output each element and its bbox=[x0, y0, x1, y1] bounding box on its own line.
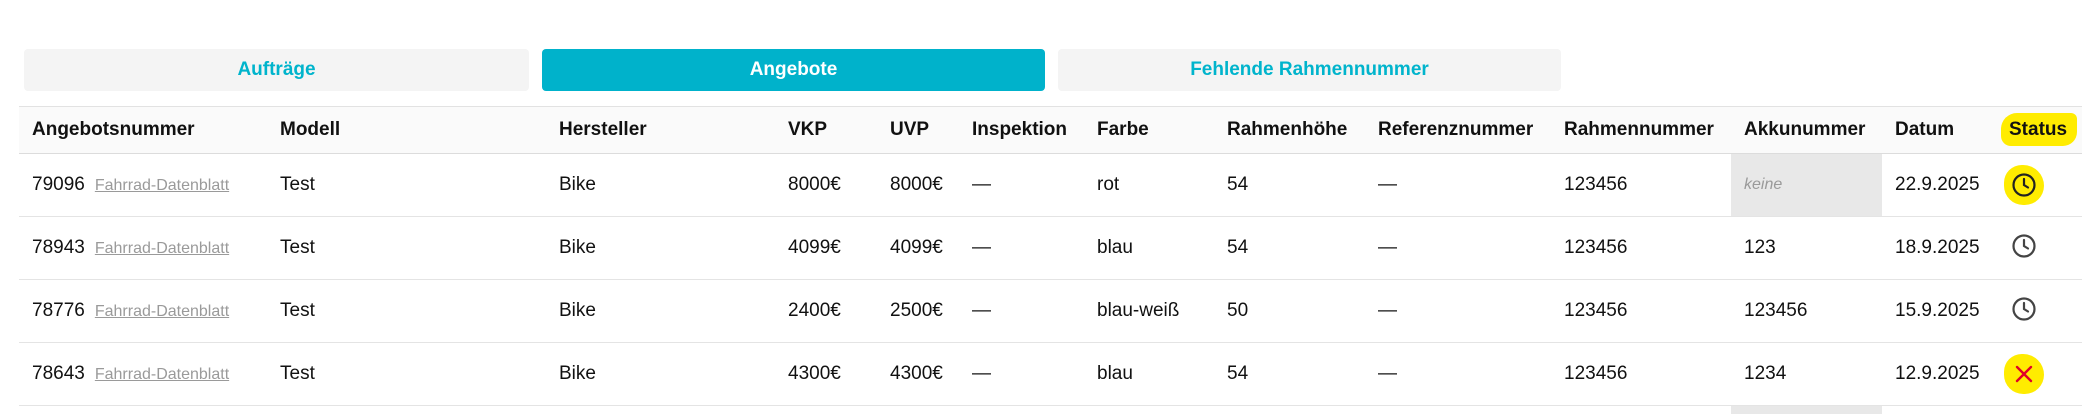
cell-inspektion: — bbox=[972, 363, 991, 384]
cell-modell: Test bbox=[280, 174, 315, 195]
col-header-datum[interactable]: Datum bbox=[1882, 107, 1995, 154]
cell-rahmenhoehe: 54 bbox=[1227, 237, 1249, 258]
cell-datum: 15.9.2025 bbox=[1895, 300, 1980, 321]
cell-hersteller: Bike bbox=[559, 300, 596, 321]
cell-datum: 22.9.2025 bbox=[1895, 174, 1980, 195]
table-row-partial bbox=[19, 405, 2082, 414]
offer-number: 78643 bbox=[32, 363, 85, 384]
cell-rahmennummer: 123456 bbox=[1564, 174, 1628, 195]
cell-farbe: blau bbox=[1097, 237, 1133, 258]
cell-rahmennummer: 123456 bbox=[1564, 237, 1628, 258]
table-row[interactable]: 79096 Fahrrad-Datenblatt Test Bike 8000€ … bbox=[19, 153, 2082, 217]
cell-modell: Test bbox=[280, 363, 315, 384]
cell-akkunummer-empty[interactable]: keine bbox=[1731, 153, 1882, 217]
cell-rahmennummer: 123456 bbox=[1564, 300, 1628, 321]
col-header-rahmenhoehe[interactable]: Rahmenhöhe bbox=[1214, 107, 1365, 154]
col-header-modell[interactable]: Modell bbox=[267, 107, 546, 154]
tab-fehlende-rahmennummer[interactable]: Fehlende Rahmennummer bbox=[1058, 49, 1561, 91]
offer-number: 79096 bbox=[32, 174, 85, 195]
col-header-inspektion[interactable]: Inspektion bbox=[959, 107, 1084, 154]
cell-uvp: 2500€ bbox=[890, 300, 943, 321]
table-header-row: Angebotsnummer Modell Hersteller VKP UVP… bbox=[19, 106, 2082, 154]
cell-farbe: blau-weiß bbox=[1097, 300, 1180, 321]
cell-akkunummer: 123 bbox=[1744, 237, 1776, 258]
cell-akkunummer: 1234 bbox=[1744, 363, 1787, 384]
cell-status bbox=[1995, 280, 2082, 343]
cell-hersteller: Bike bbox=[559, 174, 596, 195]
col-header-referenznummer[interactable]: Referenznummer bbox=[1365, 107, 1551, 154]
cell-datum: 12.9.2025 bbox=[1895, 363, 1980, 384]
offers-table: Angebotsnummer Modell Hersteller VKP UVP… bbox=[19, 106, 2082, 414]
pending-clock-icon[interactable] bbox=[2004, 165, 2044, 205]
datasheet-link[interactable]: Fahrrad-Datenblatt bbox=[95, 366, 229, 383]
cell-referenznummer: — bbox=[1378, 174, 1397, 195]
cell-referenznummer: — bbox=[1378, 300, 1397, 321]
col-header-akkunummer[interactable]: Akkunummer bbox=[1731, 107, 1882, 154]
datasheet-link[interactable]: Fahrrad-Datenblatt bbox=[95, 240, 229, 257]
cell-inspektion: — bbox=[972, 237, 991, 258]
cell-referenznummer: — bbox=[1378, 363, 1397, 384]
table-row[interactable]: 78776 Fahrrad-Datenblatt Test Bike 2400€ … bbox=[19, 280, 2082, 343]
col-header-rahmennummer[interactable]: Rahmennummer bbox=[1551, 107, 1731, 154]
rejected-x-icon[interactable] bbox=[2004, 354, 2044, 394]
pending-clock-icon[interactable] bbox=[2009, 294, 2039, 324]
pending-clock-icon[interactable] bbox=[2009, 231, 2039, 261]
col-header-angebotsnummer[interactable]: Angebotsnummer bbox=[19, 107, 267, 154]
datasheet-link[interactable]: Fahrrad-Datenblatt bbox=[95, 303, 229, 320]
cell-inspektion: — bbox=[972, 300, 991, 321]
cell-rahmenhoehe: 50 bbox=[1227, 300, 1249, 321]
cell-hersteller: Bike bbox=[559, 237, 596, 258]
cell-rahmennummer: 123456 bbox=[1564, 363, 1628, 384]
cell-status bbox=[1995, 154, 2082, 217]
col-header-vkp[interactable]: VKP bbox=[775, 107, 877, 154]
cell-inspektion: — bbox=[972, 174, 991, 195]
col-header-farbe[interactable]: Farbe bbox=[1084, 107, 1214, 154]
cell-datum: 18.9.2025 bbox=[1895, 237, 1980, 258]
cell-referenznummer: — bbox=[1378, 237, 1397, 258]
tab-angebote[interactable]: Angebote bbox=[542, 49, 1045, 91]
cell-uvp: 4099€ bbox=[890, 237, 943, 258]
tab-bar: Aufträge Angebote Fehlende Rahmennummer bbox=[24, 49, 1561, 91]
col-header-hersteller[interactable]: Hersteller bbox=[546, 107, 775, 154]
cell-modell: Test bbox=[280, 237, 315, 258]
cell-vkp: 8000€ bbox=[788, 174, 841, 195]
cell-akkunummer: 123456 bbox=[1744, 300, 1808, 321]
cell-modell: Test bbox=[280, 300, 315, 321]
cell-uvp: 8000€ bbox=[890, 174, 943, 195]
cell-farbe: blau bbox=[1097, 363, 1133, 384]
cell-vkp: 4300€ bbox=[788, 363, 841, 384]
table-row[interactable]: 78643 Fahrrad-Datenblatt Test Bike 4300€ … bbox=[19, 343, 2082, 406]
cell-uvp: 4300€ bbox=[890, 363, 943, 384]
cell-rahmenhoehe: 54 bbox=[1227, 363, 1249, 384]
offer-number: 78776 bbox=[32, 300, 85, 321]
cell-vkp: 2400€ bbox=[788, 300, 841, 321]
col-header-uvp[interactable]: UVP bbox=[877, 107, 959, 154]
cell-vkp: 4099€ bbox=[788, 237, 841, 258]
cell-hersteller: Bike bbox=[559, 363, 596, 384]
cell-rahmenhoehe: 54 bbox=[1227, 174, 1249, 195]
cell-status bbox=[1995, 343, 2082, 406]
tab-auftraege[interactable]: Aufträge bbox=[24, 49, 529, 91]
table-row[interactable]: 78943 Fahrrad-Datenblatt Test Bike 4099€ … bbox=[19, 217, 2082, 280]
col-header-status[interactable]: Status bbox=[1995, 107, 2082, 154]
datasheet-link[interactable]: Fahrrad-Datenblatt bbox=[95, 177, 229, 194]
cell-status bbox=[1995, 217, 2082, 280]
status-header-highlight: Status bbox=[2001, 113, 2078, 146]
offer-number: 78943 bbox=[32, 237, 85, 258]
cell-farbe: rot bbox=[1097, 174, 1120, 195]
